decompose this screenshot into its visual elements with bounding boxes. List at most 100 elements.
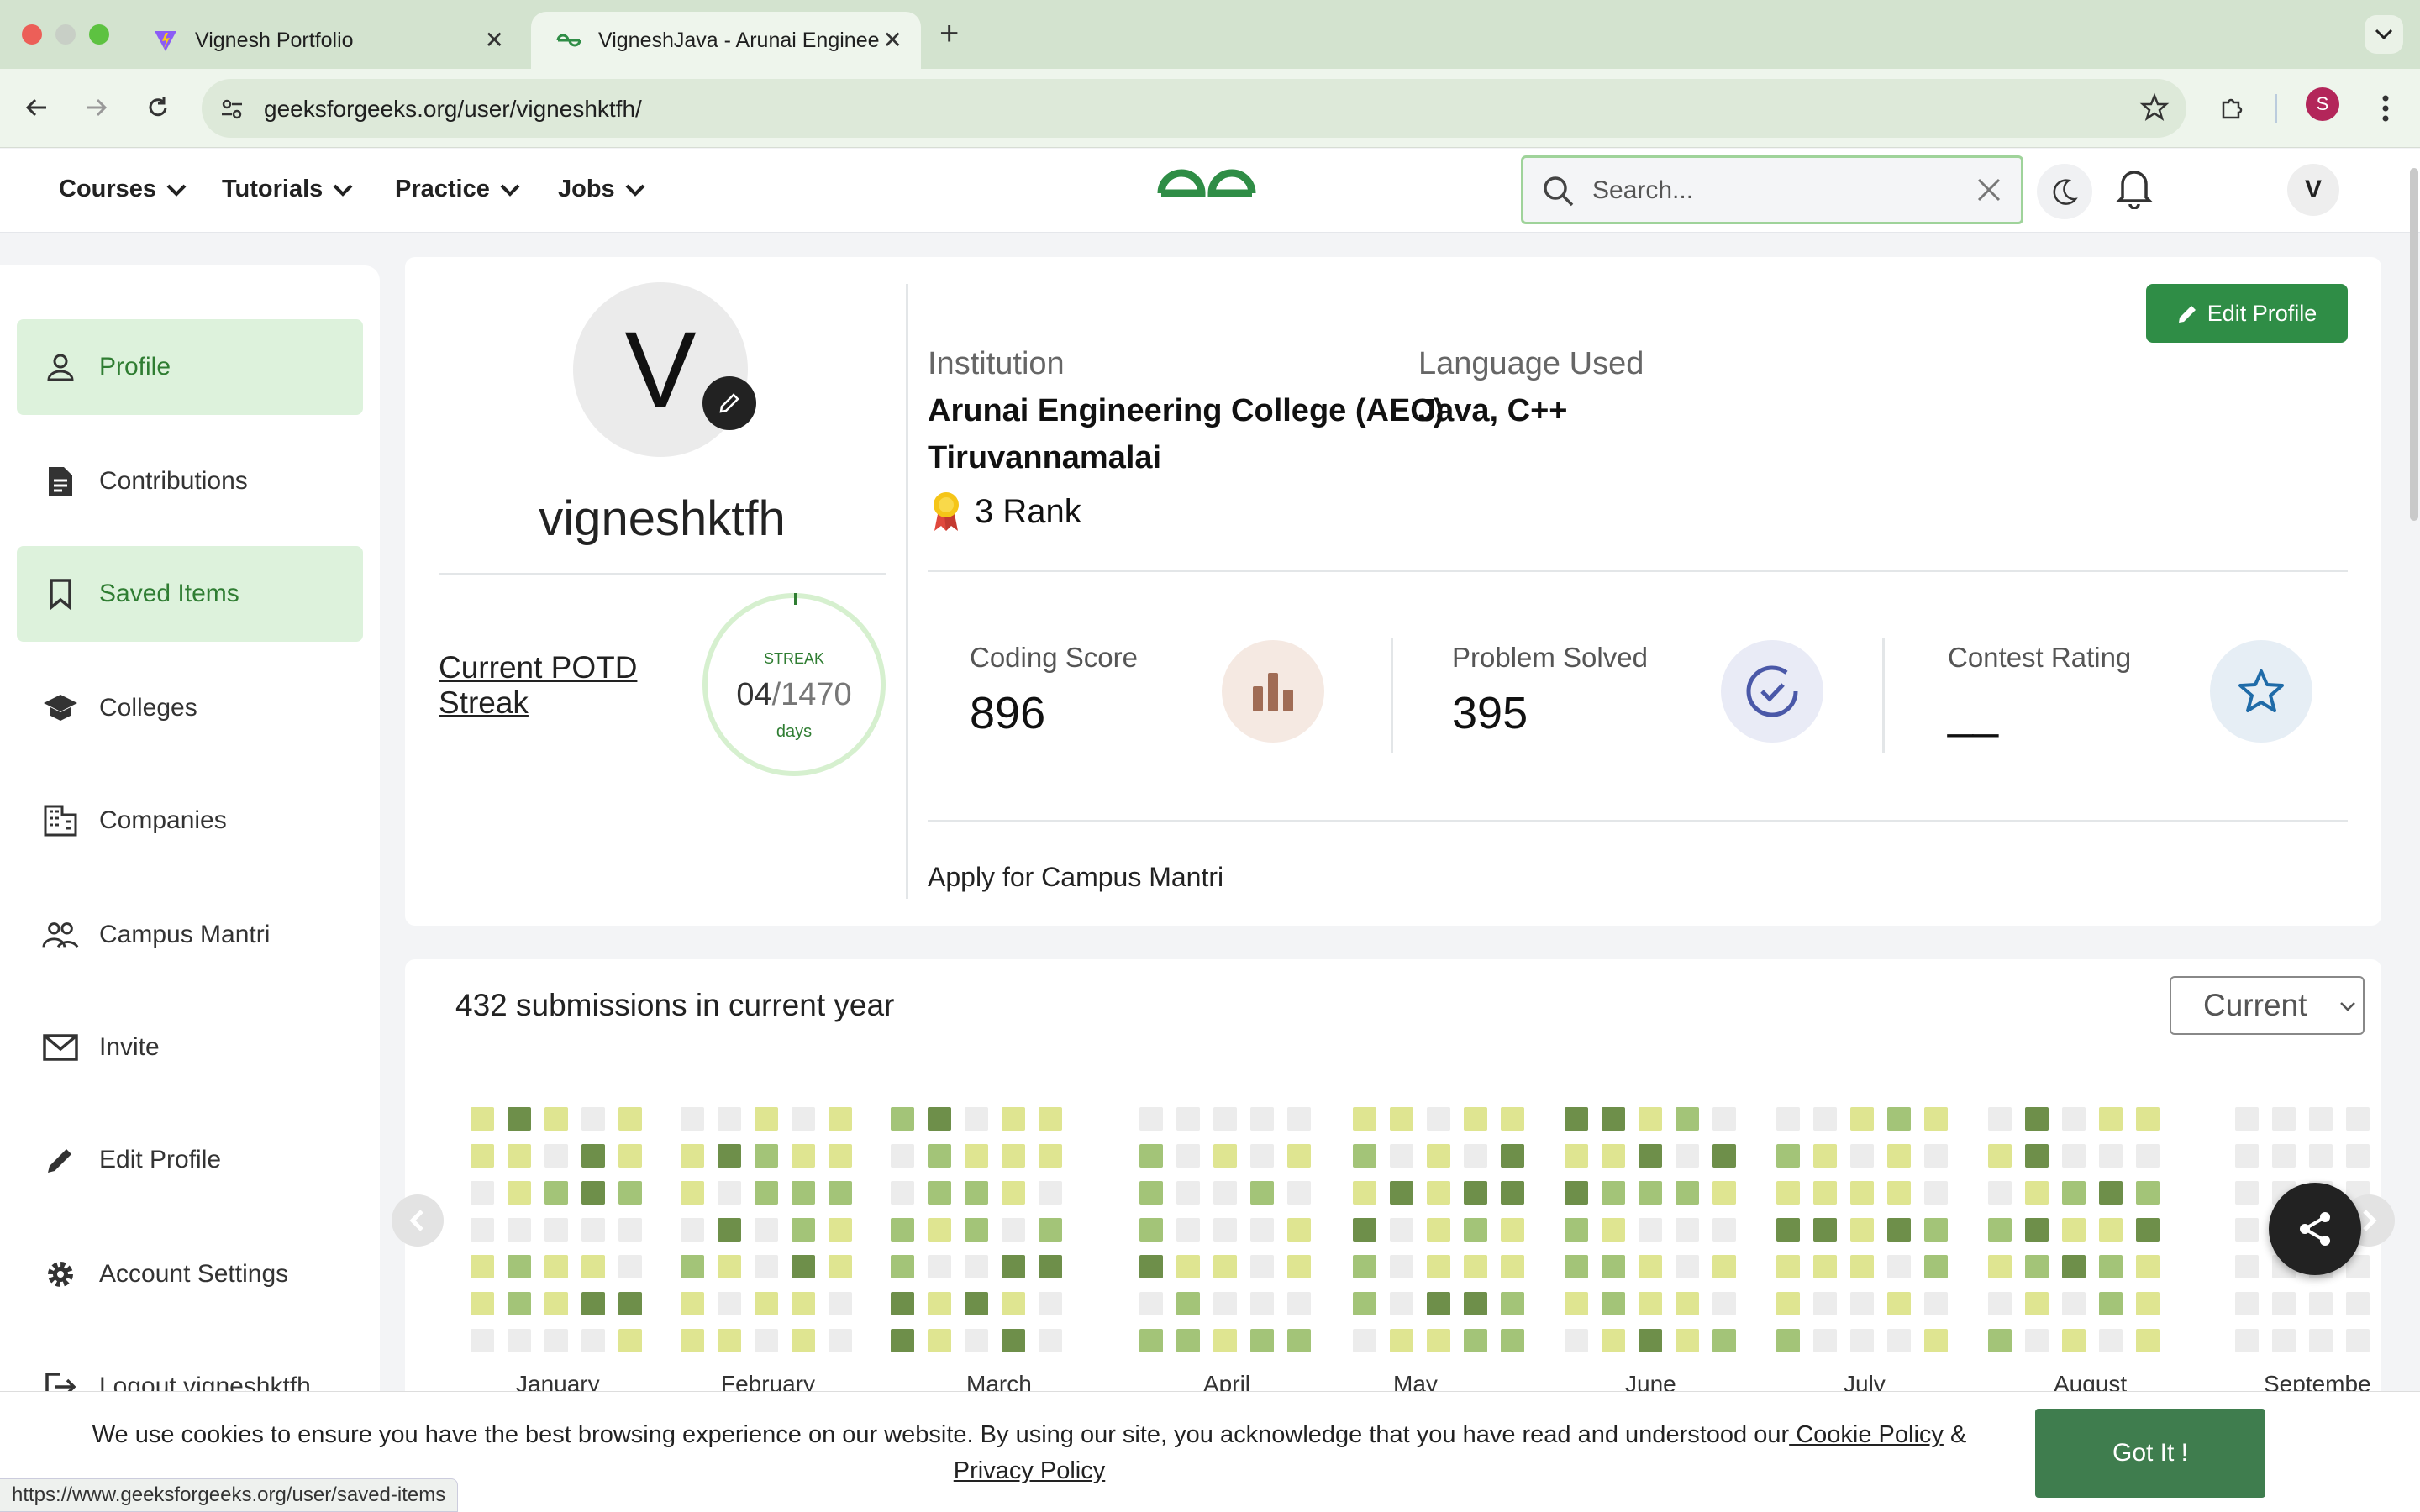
potd-streak-link[interactable]: Current POTD Streak <box>439 650 674 721</box>
heatmap-prev-button[interactable] <box>392 1194 444 1247</box>
extensions-button[interactable] <box>2213 89 2252 128</box>
sidebar-item-account-settings[interactable]: Account Settings <box>17 1226 363 1322</box>
search-box[interactable]: Search... <box>1521 155 2023 224</box>
heatmap-cell <box>1353 1329 1376 1352</box>
sidebar-item-edit-profile[interactable]: Edit Profile <box>17 1112 363 1208</box>
heatmap-cell <box>1887 1107 1911 1131</box>
heatmap-cell <box>1565 1292 1588 1315</box>
heatmap-cell <box>1390 1292 1413 1315</box>
menu-practice[interactable]: Practice <box>395 176 520 203</box>
heatmap-cell <box>755 1144 778 1168</box>
mail-icon <box>42 1029 79 1066</box>
heatmap-cell <box>1427 1144 1450 1168</box>
heatmap-cell <box>508 1292 531 1315</box>
heatmap-cell <box>1988 1181 2012 1205</box>
heatmap-cell <box>755 1218 778 1242</box>
forward-button[interactable] <box>77 89 114 126</box>
edit-profile-label: Edit Profile <box>2207 300 2317 326</box>
heatmap-cell <box>1776 1218 1800 1242</box>
back-button[interactable] <box>18 89 55 126</box>
tab-search-button[interactable] <box>2365 15 2403 54</box>
sidebar-item-label: Companies <box>99 806 227 834</box>
heatmap-cell <box>2235 1255 2259 1278</box>
close-window-button[interactable] <box>22 24 42 45</box>
menu-jobs[interactable]: Jobs <box>558 176 645 203</box>
cookie-policy-link[interactable]: Cookie Policy <box>1789 1421 1944 1448</box>
edit-avatar-button[interactable] <box>702 376 756 430</box>
heatmap-cell <box>2309 1292 2333 1315</box>
divider <box>439 573 886 575</box>
heatmap-cell <box>1887 1218 1911 1242</box>
heatmap-cell <box>544 1292 568 1315</box>
heatmap-cell <box>1565 1218 1588 1242</box>
puzzle-icon <box>2222 98 2243 119</box>
sidebar-item-contributions[interactable]: Contributions <box>17 433 363 529</box>
chevron-down-icon <box>625 184 645 197</box>
sidebar-item-companies[interactable]: Companies <box>17 773 363 869</box>
menu-courses[interactable]: Courses <box>59 176 187 203</box>
address-bar[interactable]: geeksforgeeks.org/user/vigneshktfh/ <box>202 79 2186 138</box>
pencil-icon <box>42 1142 79 1179</box>
dark-mode-toggle[interactable] <box>2037 164 2092 219</box>
person-icon <box>42 349 79 386</box>
new-tab-button[interactable]: + <box>939 15 959 53</box>
reload-button[interactable] <box>139 89 176 126</box>
gfg-logo-icon <box>556 28 581 53</box>
heatmap-cell <box>1602 1329 1625 1352</box>
heatmap-cell <box>891 1144 914 1168</box>
sidebar-item-profile[interactable]: Profile <box>17 319 363 415</box>
maximize-window-button[interactable] <box>89 24 109 45</box>
profile-username: vigneshktfh <box>539 491 786 546</box>
heatmap-cell <box>2062 1181 2086 1205</box>
heatmap-cell <box>1602 1107 1625 1131</box>
sidebar-item-colleges[interactable]: Colleges <box>17 660 363 756</box>
close-tab-icon[interactable]: ✕ <box>485 29 504 52</box>
heatmap-cell <box>1850 1107 1874 1131</box>
browser-profile-avatar[interactable]: S <box>2306 87 2339 121</box>
privacy-policy-link[interactable]: Privacy Policy <box>954 1457 1106 1484</box>
heatmap-cell <box>1712 1181 1736 1205</box>
sidebar-item-saved-items[interactable]: Saved Items <box>17 546 363 642</box>
sidebar-item-campus-mantri[interactable]: Campus Mantri <box>17 887 363 983</box>
sidebar-item-label: Colleges <box>99 694 197 722</box>
sidebar-item-label: Campus Mantri <box>99 921 271 948</box>
browser-tab-gfg[interactable]: VigneshJava - Arunai Enginee ✕ <box>531 12 921 69</box>
browser-menu-button[interactable] <box>2366 89 2405 128</box>
notifications-button[interactable] <box>2115 165 2154 213</box>
browser-tab-portfolio[interactable]: Vignesh Portfolio ✕ <box>128 12 523 69</box>
heatmap-cell <box>891 1255 914 1278</box>
heatmap-cell <box>681 1107 704 1131</box>
heatmap-cell <box>1776 1181 1800 1205</box>
user-avatar[interactable]: V <box>2287 164 2339 216</box>
heatmap-cell <box>1565 1255 1588 1278</box>
minimize-window-button[interactable] <box>55 24 76 45</box>
accept-cookies-button[interactable]: Got It ! <box>2035 1409 2265 1498</box>
browser-toolbar: geeksforgeeks.org/user/vigneshktfh/ <box>0 69 2420 148</box>
close-tab-icon[interactable]: ✕ <box>883 29 902 52</box>
campus-mantri-link[interactable]: Apply for Campus Mantri <box>928 862 1223 893</box>
gfg-logo[interactable] <box>1155 167 1259 223</box>
bookmark-star-icon[interactable] <box>2139 92 2170 127</box>
sidebar-item-invite[interactable]: Invite <box>17 1000 363 1095</box>
gfg-logo-icon <box>1157 169 1256 197</box>
heatmap-cell <box>2025 1292 2049 1315</box>
heatmap-cell <box>965 1255 988 1278</box>
heatmap-cell <box>581 1329 605 1352</box>
heatmap-cell <box>1176 1218 1200 1242</box>
clear-search-icon[interactable] <box>1972 173 2006 211</box>
heatmap-cell <box>2025 1255 2049 1278</box>
heatmap-cell <box>2136 1107 2160 1131</box>
year-filter-select[interactable]: Current <box>2170 976 2365 1035</box>
heatmap-cell <box>1353 1181 1376 1205</box>
heatmap-cell <box>1039 1181 1062 1205</box>
language-value: Java, C++ <box>1418 393 1568 428</box>
sidebar-item-label: Contributions <box>99 467 248 495</box>
heatmap-cell <box>1287 1329 1311 1352</box>
edit-profile-button[interactable]: Edit Profile <box>2146 284 2348 343</box>
heatmap-cell <box>2136 1144 2160 1168</box>
heatmap-cell <box>2136 1218 2160 1242</box>
page-scrollbar[interactable] <box>2410 168 2418 521</box>
site-info-icon[interactable] <box>215 92 249 126</box>
share-button[interactable] <box>2269 1183 2361 1275</box>
menu-tutorials[interactable]: Tutorials <box>222 176 353 203</box>
